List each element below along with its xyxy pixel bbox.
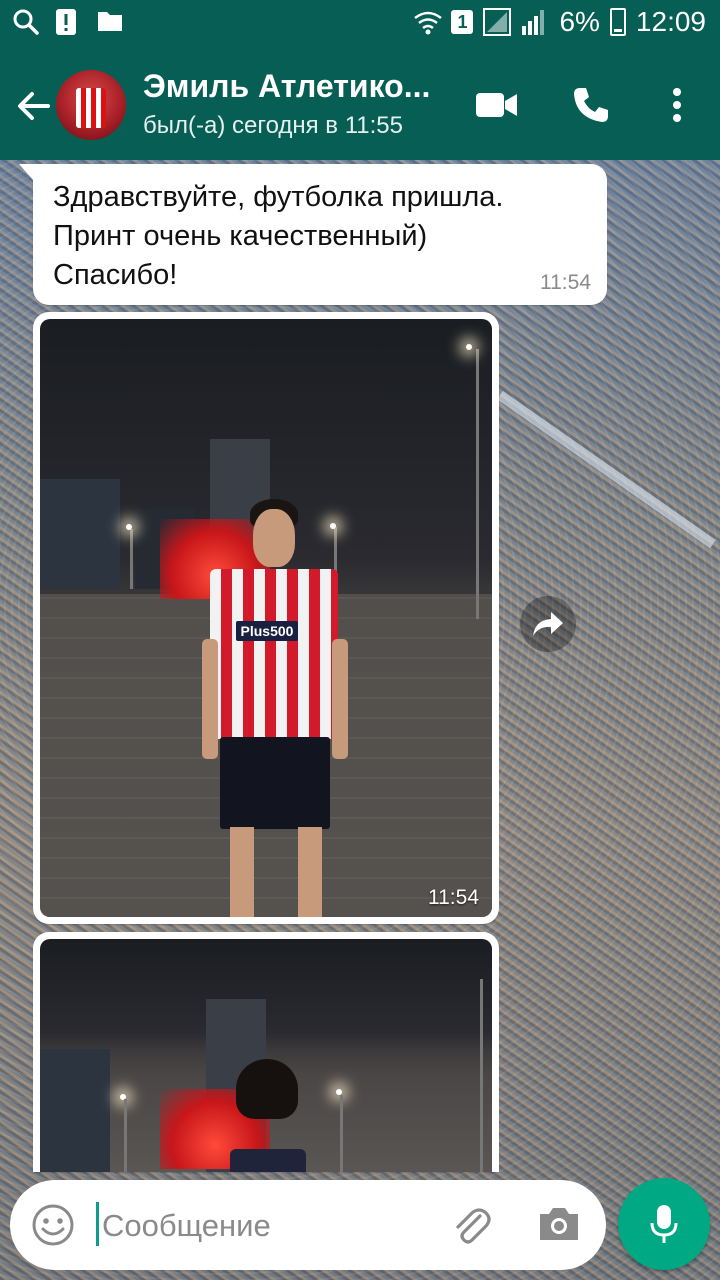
paperclip-icon [456,1208,491,1244]
alert-icon [54,8,82,36]
voice-call-button[interactable] [566,80,616,130]
attach-button[interactable] [448,1202,494,1248]
signal-bars-icon [521,8,549,36]
forward-icon [533,612,563,636]
forward-button[interactable] [520,596,576,652]
status-bar: 1 6% 12:09 [0,0,720,50]
signal-icon [483,8,512,36]
chat-header: Эмиль Атлетико... был(-а) сегодня в 11:5… [0,50,720,160]
video-camera-icon [476,93,517,117]
message-input[interactable] [100,1194,424,1258]
more-vertical-icon [673,88,681,122]
voice-message-button[interactable] [618,1178,710,1270]
incoming-image-message[interactable]: Plus500 11:54 [33,312,499,924]
camera-icon [540,1208,578,1240]
camera-button[interactable] [536,1204,582,1250]
video-call-button[interactable] [472,80,522,130]
text-cursor [96,1202,99,1246]
photo[interactable] [40,939,492,1172]
battery-icon [609,8,626,36]
back-button[interactable] [12,84,56,128]
emoji-button[interactable] [30,1202,76,1248]
sim-badge: 1 [451,10,474,34]
more-options-button[interactable] [652,80,702,130]
incoming-text-message[interactable]: Здравствуйте, футболка пришла. Принт оче… [19,164,607,305]
message-composer [10,1180,606,1270]
wifi-icon [413,8,443,36]
shirt-sponsor-label: Plus500 [236,621,298,641]
search-icon [12,8,40,36]
message-time: 11:54 [428,886,479,909]
clock: 12:09 [635,6,706,37]
incoming-image-message[interactable] [33,932,499,1172]
arrow-left-icon [18,92,50,120]
battery-percent: 6% [559,6,600,37]
microphone-icon [650,1205,678,1243]
message-time: 11:54 [540,271,591,294]
smiley-icon [32,1204,74,1246]
photo[interactable]: Plus500 [40,319,492,917]
folder-icon [96,8,124,36]
message-text: Здравствуйте, футболка пришла. Принт оче… [53,181,504,291]
last-seen-status: был(-а) сегодня в 11:55 [143,112,404,139]
phone-icon [574,88,608,122]
avatar[interactable] [56,70,126,140]
contact-name[interactable]: Эмиль Атлетико... [143,68,453,105]
